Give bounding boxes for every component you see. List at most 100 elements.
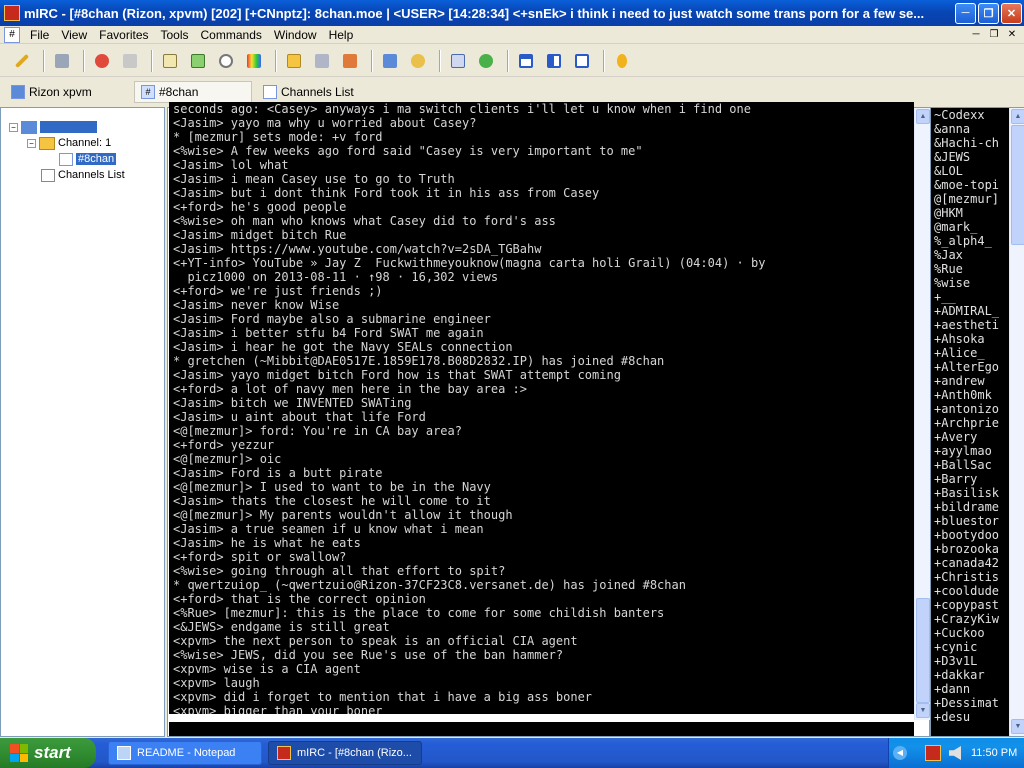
menu-file[interactable]: File	[24, 28, 55, 42]
nick-item[interactable]: &LOL	[934, 164, 1009, 178]
colors-icon[interactable]	[242, 49, 266, 73]
menu-view[interactable]: View	[55, 28, 93, 42]
nick-item[interactable]: +dann	[934, 682, 1009, 696]
nick-item[interactable]: +bildrame	[934, 500, 1009, 514]
nick-item[interactable]: +andrew	[934, 374, 1009, 388]
nick-item[interactable]: &moe-topi	[934, 178, 1009, 192]
address-book-icon[interactable]	[118, 49, 142, 73]
nick-item[interactable]: +Christis	[934, 570, 1009, 584]
tree-channel-8chan[interactable]: #8chan	[59, 151, 117, 167]
tree-channel-group[interactable]: − Channel: 1	[27, 135, 111, 151]
nick-item[interactable]: +Basilisk	[934, 486, 1009, 500]
scroll-down-arrow[interactable]: ▼	[916, 703, 930, 718]
nick-item[interactable]: @[mezmur]	[934, 192, 1009, 206]
options-icon[interactable]	[50, 49, 74, 73]
close-button[interactable]: ✕	[1001, 2, 1022, 24]
globe-icon[interactable]	[474, 49, 498, 73]
nick-list[interactable]: ~Codexx &anna &Hachi-ch &JEWS &LOL &moe-topi @…	[931, 108, 1009, 736]
nick-item[interactable]: +cynic	[934, 640, 1009, 654]
nick-item[interactable]: +ADMIRAL_	[934, 304, 1009, 318]
favorites-icon[interactable]	[90, 49, 114, 73]
nick-item[interactable]: +bootydoo	[934, 528, 1009, 542]
nick-item[interactable]: &JEWS	[934, 150, 1009, 164]
nick-item[interactable]: +Avery	[934, 430, 1009, 444]
taskbar-notepad[interactable]: README - Notepad	[108, 741, 262, 765]
collapse-icon[interactable]: −	[27, 138, 36, 148]
minimize-button[interactable]: ─	[955, 2, 976, 24]
nick-item[interactable]: &anna	[934, 122, 1009, 136]
nick-item[interactable]: %_alph4_	[934, 234, 1009, 248]
menu-favorites[interactable]: Favorites	[93, 28, 154, 42]
menu-window[interactable]: Window	[268, 28, 323, 42]
scroll-thumb[interactable]	[1011, 125, 1024, 245]
tab-8chan[interactable]: # #8chan	[134, 81, 252, 103]
nick-item[interactable]: +canada42	[934, 556, 1009, 570]
nick-item[interactable]: %Rue	[934, 262, 1009, 276]
received-files-icon[interactable]	[378, 49, 402, 73]
clock[interactable]: 11:50 PM	[971, 747, 1017, 759]
menu-tools[interactable]: Tools	[155, 28, 195, 42]
log-icon[interactable]	[186, 49, 210, 73]
tray-mirc-icon[interactable]	[925, 745, 941, 761]
notify-icon[interactable]	[406, 49, 430, 73]
mdi-minimize-button[interactable]: ─	[968, 28, 984, 42]
start-button[interactable]: start	[0, 738, 96, 768]
cascade-icon[interactable]	[570, 49, 594, 73]
channels-folder-icon[interactable]	[282, 49, 306, 73]
nick-item[interactable]: +Archprie	[934, 416, 1009, 430]
tab-rizon-xpvm[interactable]: Rizon xpvm	[4, 81, 130, 103]
scroll-down-arrow[interactable]: ▼	[1011, 719, 1024, 734]
nick-item[interactable]: +CrazyKiw	[934, 612, 1009, 626]
timer-icon[interactable]	[214, 49, 238, 73]
chat-scrollbar[interactable]: ▲ ▼	[914, 108, 930, 720]
nick-item[interactable]: +brozooka	[934, 542, 1009, 556]
nicklist-scrollbar[interactable]: ▲ ▼	[1009, 108, 1024, 736]
nick-item[interactable]: +Dessimat	[934, 696, 1009, 710]
collapse-icon[interactable]: −	[9, 122, 18, 132]
nick-item[interactable]: +AlterEgo	[934, 360, 1009, 374]
nick-item[interactable]: %wise	[934, 276, 1009, 290]
menu-help[interactable]: Help	[323, 28, 360, 42]
nick-item[interactable]: +Ahsoka	[934, 332, 1009, 346]
mdi-window-icon[interactable]: #	[4, 26, 20, 43]
volume-icon[interactable]	[949, 746, 961, 760]
nick-item[interactable]: %Jax	[934, 248, 1009, 262]
tree-network-node[interactable]: − Rizon xpvm	[9, 119, 98, 135]
nick-item[interactable]: &Hachi-ch	[934, 136, 1009, 150]
nick-item[interactable]: +Alice_	[934, 346, 1009, 360]
script-editor-icon[interactable]	[158, 49, 182, 73]
nick-item[interactable]: +cooldude	[934, 584, 1009, 598]
mdi-restore-button[interactable]: ❐	[986, 28, 1002, 42]
nick-item[interactable]: +copypast	[934, 598, 1009, 612]
dcc-chat-icon[interactable]	[338, 49, 362, 73]
nick-item[interactable]: @mark_	[934, 220, 1009, 234]
message-input[interactable]	[169, 722, 914, 736]
mdi-close-button[interactable]: ✕	[1004, 28, 1020, 42]
nick-item[interactable]: +Barry	[934, 472, 1009, 486]
scroll-up-arrow[interactable]: ▲	[1011, 109, 1024, 124]
maximize-button[interactable]: ❐	[978, 2, 999, 24]
nick-item[interactable]: +dakkar	[934, 668, 1009, 682]
nick-item[interactable]: +BallSac	[934, 458, 1009, 472]
nick-item[interactable]: +Cuckoo	[934, 626, 1009, 640]
tab-channels-list[interactable]: Channels List	[256, 81, 361, 103]
help-icon[interactable]	[610, 49, 634, 73]
nick-item[interactable]: +Anth0mk	[934, 388, 1009, 402]
nick-item[interactable]: +D3v1L	[934, 654, 1009, 668]
nick-item[interactable]: +bluestor	[934, 514, 1009, 528]
url-list-icon[interactable]	[446, 49, 470, 73]
tile-vertical-icon[interactable]	[542, 49, 566, 73]
dcc-send-icon[interactable]	[310, 49, 334, 73]
menu-commands[interactable]: Commands	[195, 28, 268, 42]
tray-arrow-icon[interactable]: ◀	[893, 746, 907, 760]
tile-horizontal-icon[interactable]	[514, 49, 538, 73]
nick-item[interactable]: @HKM	[934, 206, 1009, 220]
nick-item[interactable]: +__	[934, 290, 1009, 304]
mirc-app-icon[interactable]: mIRC	[4, 5, 20, 21]
taskbar-mirc[interactable]: mIRC - [#8chan (Rizo...	[268, 741, 422, 765]
nick-item[interactable]: ~Codexx	[934, 108, 1009, 122]
nick-item[interactable]: +ayylmao	[934, 444, 1009, 458]
nick-item[interactable]: +aestheti	[934, 318, 1009, 332]
scroll-up-arrow[interactable]: ▲	[916, 109, 930, 124]
nick-item[interactable]: +desu	[934, 710, 1009, 724]
